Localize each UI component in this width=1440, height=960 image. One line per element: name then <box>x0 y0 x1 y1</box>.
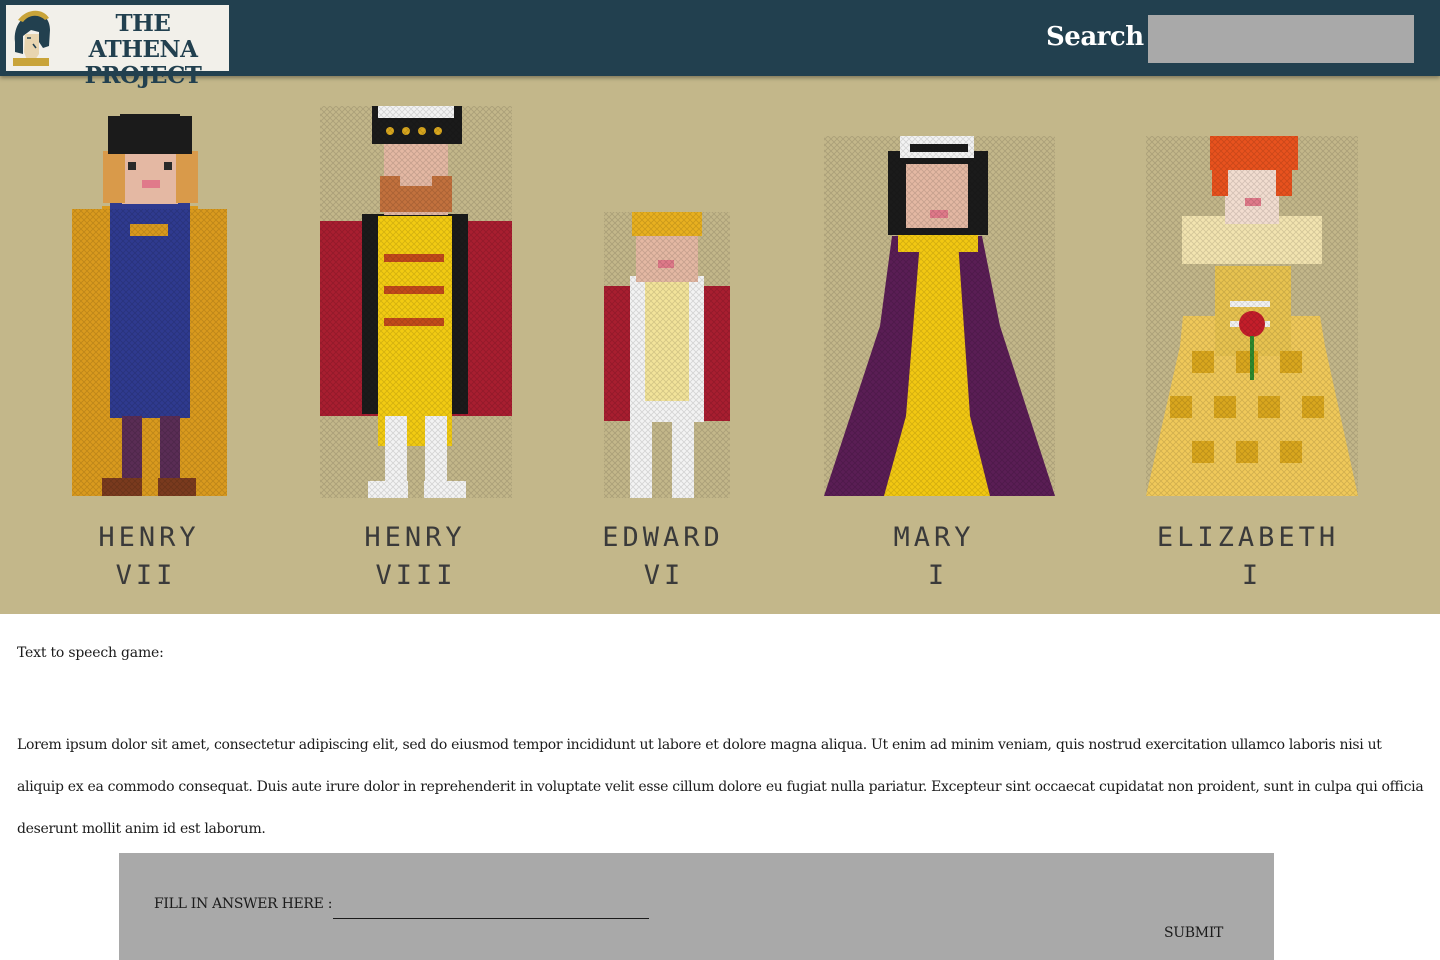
figure-label-name: MARY <box>893 522 974 553</box>
figure-label-name: ELIZABETH <box>1157 522 1339 553</box>
figure-henry-viii <box>320 106 512 498</box>
figure-label-numeral: I <box>928 560 948 591</box>
figure-label-numeral: VII <box>116 560 177 591</box>
figure-elizabeth-i <box>1146 136 1358 496</box>
athena-helmet-icon <box>13 10 50 66</box>
answer-label: FILL IN ANSWER HERE : <box>154 896 333 912</box>
figure-label-name: EDWARD <box>602 522 724 553</box>
figure-label-name: HENRY <box>98 522 199 553</box>
tudor-monarchs-illustration: HENRY VII HENRY VIII EDWARD VI MARY I EL… <box>0 76 1440 614</box>
search-label: Search <box>1046 22 1144 52</box>
figure-mary-i <box>824 136 1055 496</box>
search-input[interactable] <box>1148 15 1414 63</box>
logo-line-1: THE ATHENA <box>88 10 198 63</box>
submit-button[interactable]: SUBMIT <box>1159 923 1228 943</box>
speech-text-paragraph: Lorem ipsum dolor sit amet, consectetur … <box>17 737 1424 837</box>
hero-banner: HENRY VII HENRY VIII EDWARD VI MARY I EL… <box>0 76 1440 614</box>
figure-label-numeral: VIII <box>375 560 456 591</box>
figure-label-numeral: I <box>1242 560 1262 591</box>
answer-panel: FILL IN ANSWER HERE : SUBMIT <box>119 853 1274 960</box>
figure-label-numeral: VI <box>644 560 685 591</box>
site-logo[interactable]: THE ATHENA PROJECT <box>6 5 229 89</box>
figure-edward-vi <box>604 212 730 498</box>
figure-label-name: HENRY <box>364 522 465 553</box>
top-header: THE ATHENA PROJECT Search <box>0 0 1440 89</box>
logo-line-2: PROJECT <box>84 62 202 89</box>
logo-text: THE ATHENA PROJECT <box>58 11 228 89</box>
section-title: Text to speech game: <box>17 645 164 661</box>
answer-input[interactable] <box>333 900 649 919</box>
